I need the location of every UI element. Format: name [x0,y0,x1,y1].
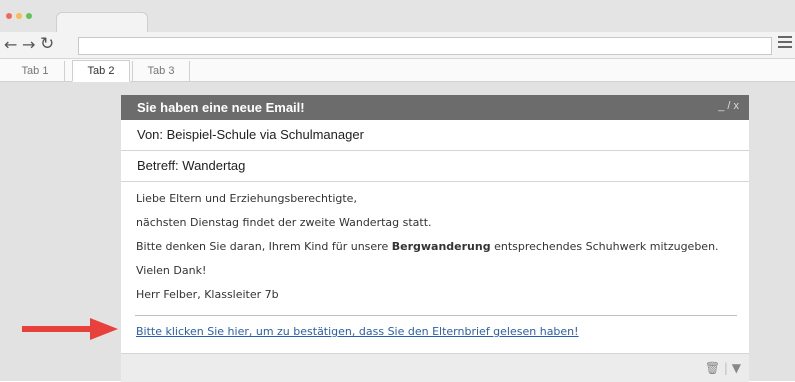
page-tab-strip: Tab 1 Tab 2 Tab 3 [0,59,795,82]
forward-arrow-icon[interactable]: → [22,35,35,54]
salutation: Liebe Eltern und Erziehungsberechtigte, [136,192,357,205]
title-bar [0,0,795,35]
email-window-controls[interactable]: _ / x [718,100,739,112]
red-arrow-icon [22,318,118,340]
navigation-bar: ← → ↻ [0,32,795,59]
back-arrow-icon[interactable]: ← [4,35,17,54]
email-header: Sie haben eine neue Email! _ / x [121,95,749,120]
signature: Herr Felber, Klassleiter 7b [136,288,279,301]
body-line-1: nächsten Dienstag findet der zweite Wand… [136,216,432,229]
email-footer: 🗑 | ▼ [121,353,749,382]
confirmation-link[interactable]: Bitte klicken Sie hier, um zu bestätigen… [136,325,579,338]
tab-2[interactable]: Tab 2 [72,60,130,82]
tab-1[interactable]: Tab 1 [6,61,65,81]
bold-word: Bergwanderung [391,240,491,253]
separator: | [723,361,728,375]
dropdown-icon[interactable]: ▼ [732,361,741,375]
subject-field: Betreff: Wandertag [137,158,246,173]
reload-icon[interactable]: ↻ [40,34,54,54]
email-title: Sie haben eine neue Email! [137,100,305,115]
subject-row: Betreff: Wandertag [121,151,749,182]
body-line-2-end: entsprechendes Schuhwerk mitzugeben. [490,240,719,253]
hamburger-menu-icon[interactable] [778,36,792,50]
minimize-window-dot[interactable] [16,13,22,19]
close-window-dot[interactable] [6,13,12,19]
address-bar[interactable] [78,37,772,55]
traffic-lights [6,13,32,19]
maximize-window-dot[interactable] [26,13,32,19]
email-window: Sie haben eine neue Email! _ / x Von: Be… [121,95,749,382]
thanks-line: Vielen Dank! [136,264,207,277]
trash-icon[interactable]: 🗑 [705,361,720,375]
browser-window: ← → ↻ Tab 1 Tab 2 Tab 3 Sie haben eine n… [0,0,795,382]
body-line-2: Bitte denken Sie daran, Ihrem Kind für u… [136,240,719,253]
from-field: Von: Beispiel-Schule via Schulmanager [137,127,364,142]
footer-icons: 🗑 | ▼ [705,361,741,375]
body-line-2-start: Bitte denken Sie daran, Ihrem Kind für u… [136,240,392,253]
from-row: Von: Beispiel-Schule via Schulmanager [121,120,749,151]
tab-3[interactable]: Tab 3 [132,61,190,81]
divider [135,315,737,316]
